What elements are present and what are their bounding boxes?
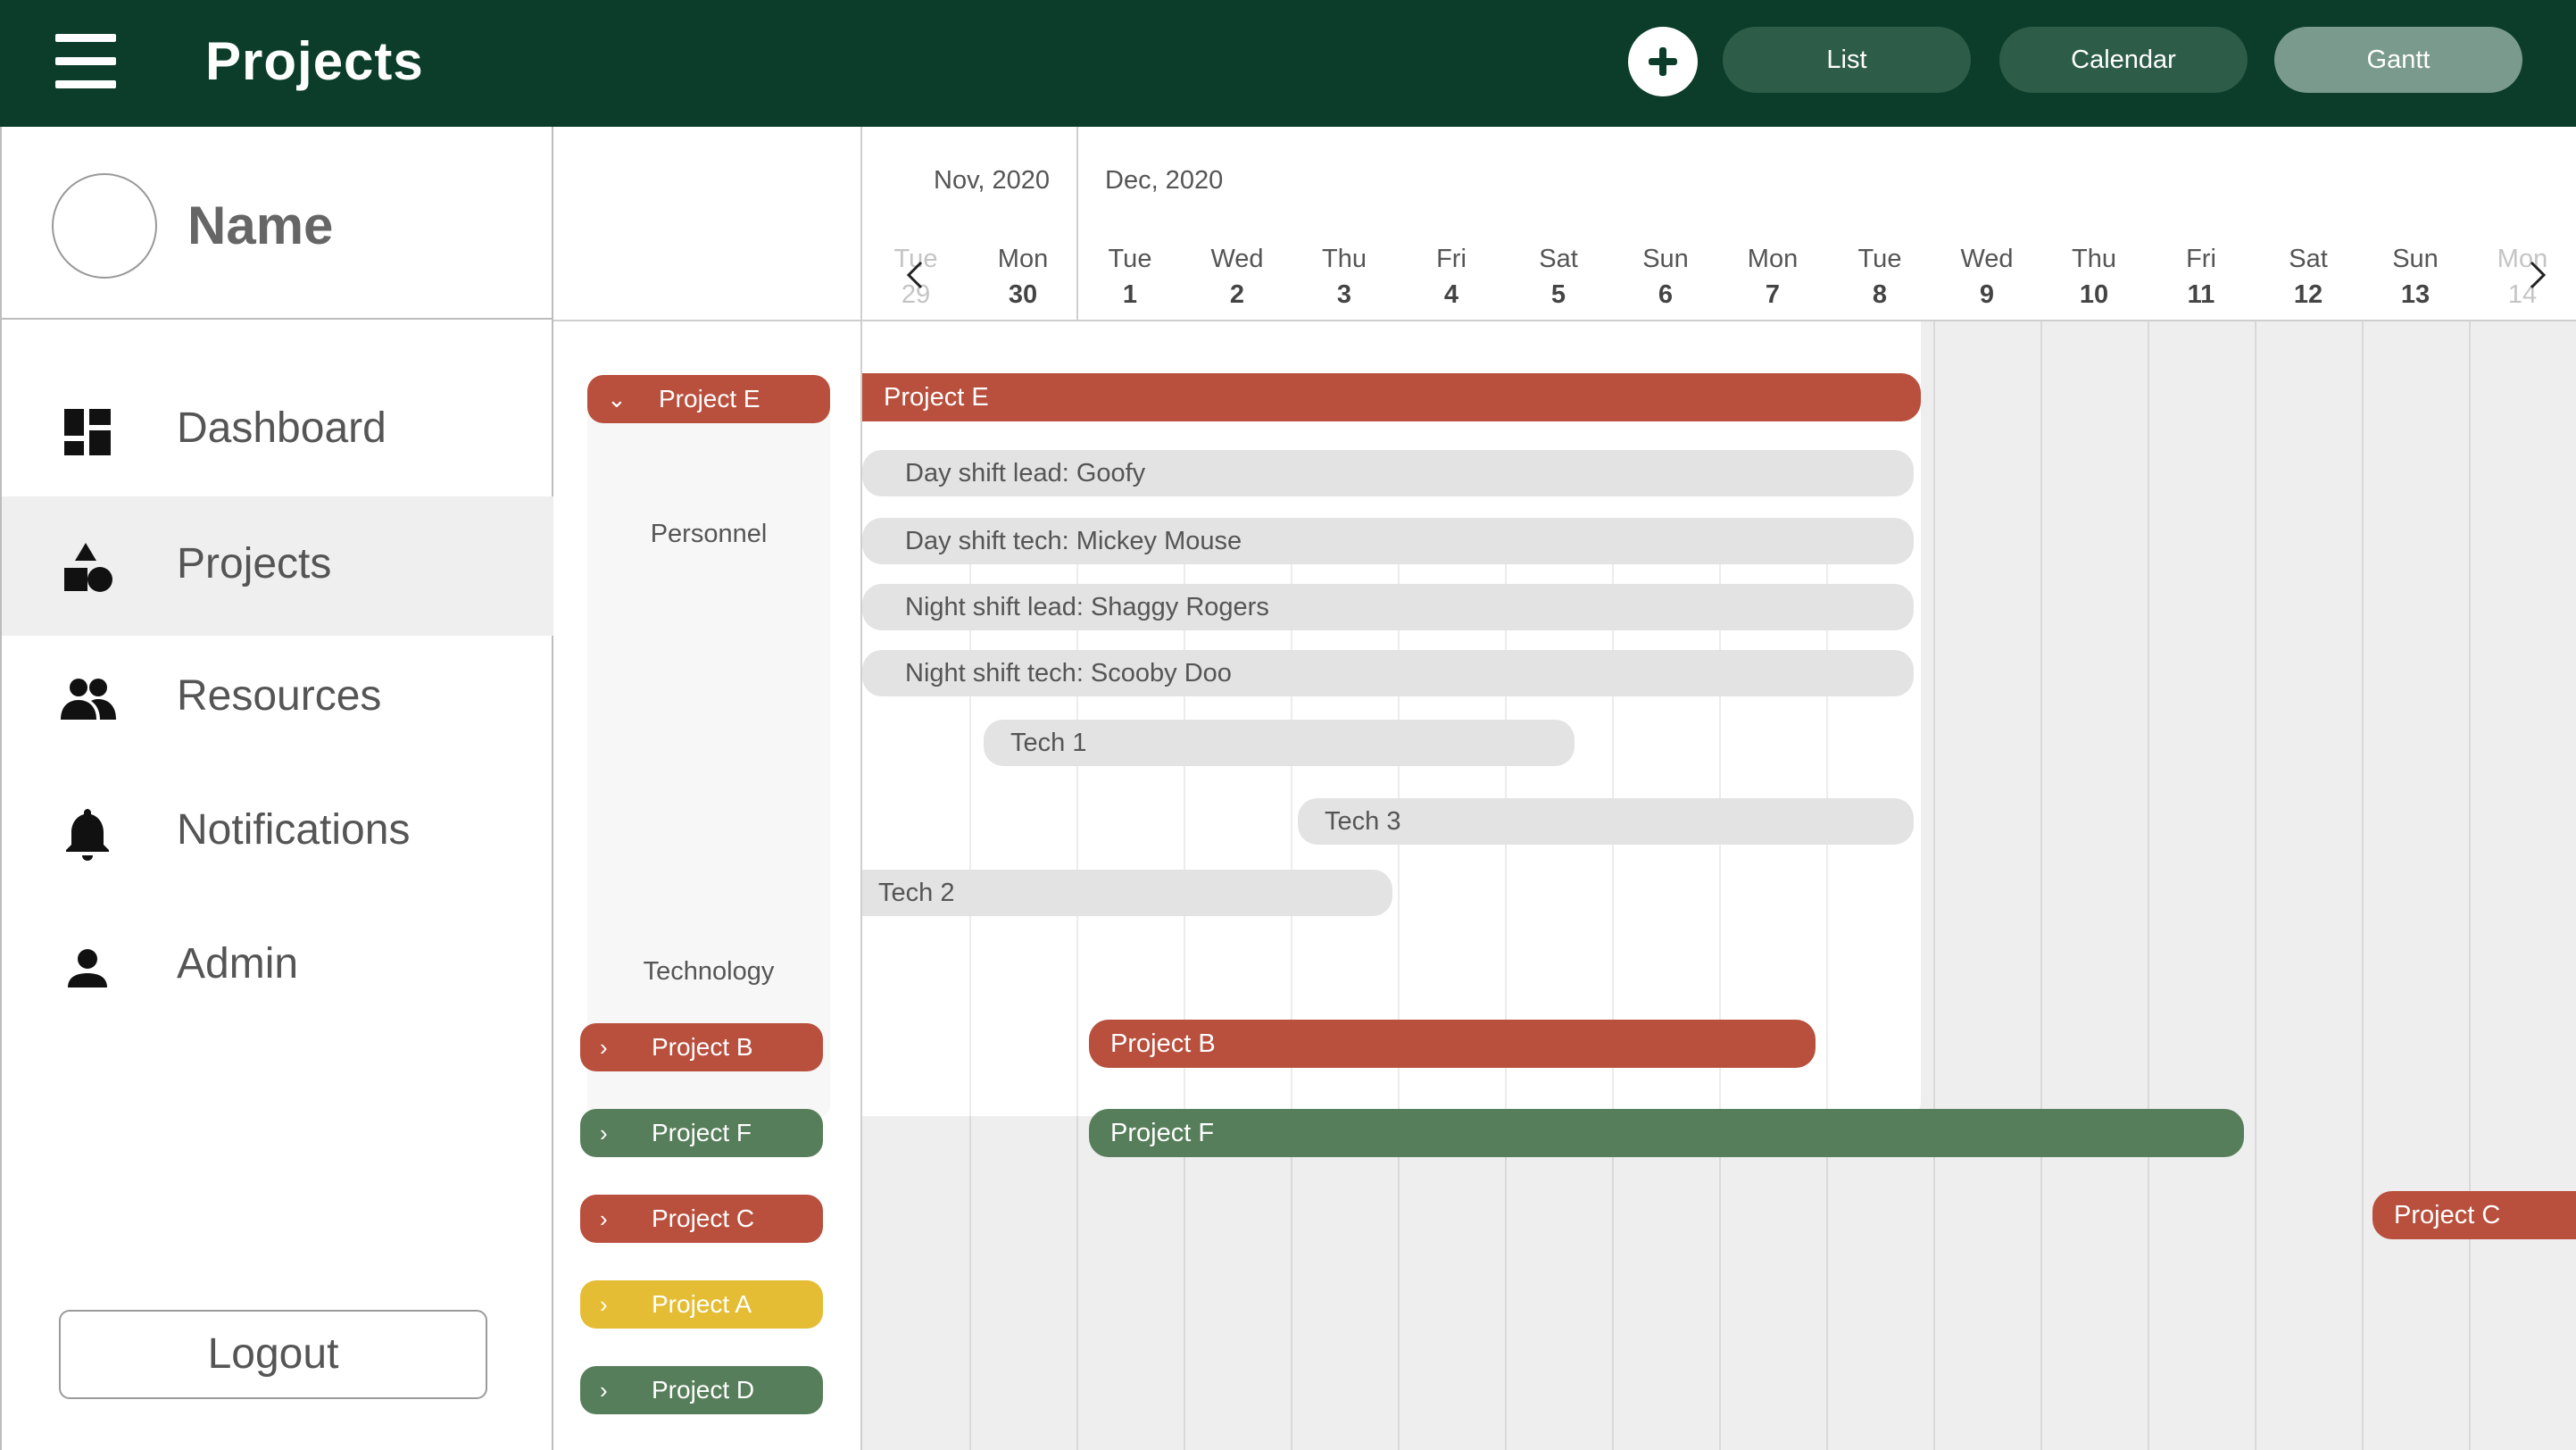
- project-pill-label: Project F: [652, 1119, 752, 1146]
- view-list-button[interactable]: List: [1723, 27, 1971, 93]
- day-gridline: [2255, 321, 2256, 1450]
- view-gantt-button[interactable]: Gantt: [2274, 27, 2522, 93]
- hamburger-menu-icon[interactable]: [55, 34, 116, 88]
- project-pill-d[interactable]: › Project D: [580, 1366, 823, 1414]
- day-column-header: Sat 12: [2289, 245, 2328, 309]
- gantt-bar-project-e[interactable]: Project E: [862, 373, 1921, 421]
- day-column-header: Sun 13: [2392, 245, 2439, 309]
- month-label-nov: Nov, 2020: [934, 166, 1051, 195]
- top-app-bar: Projects List Calendar Gantt: [0, 0, 2576, 127]
- group-label-technology: Technology: [643, 957, 775, 986]
- dashboard-icon: [64, 409, 111, 455]
- gantt-task-bar[interactable]: Tech 1: [984, 720, 1575, 766]
- project-pill-a[interactable]: › Project A: [580, 1280, 823, 1329]
- sidebar-item-label: Notifications: [177, 806, 411, 854]
- gantt-bar-project-b[interactable]: Project B: [1089, 1020, 1816, 1068]
- project-pill-label: Project C: [652, 1204, 755, 1232]
- user-profile: Name: [2, 127, 553, 320]
- sidebar-item-label: Dashboard: [177, 404, 386, 452]
- projects-icon: [64, 543, 112, 592]
- sidebar-item-projects[interactable]: Projects: [2, 496, 553, 636]
- day-gridline: [2362, 321, 2364, 1450]
- sidebar-item-dashboard[interactable]: Dashboard: [2, 361, 553, 500]
- chevron-right-icon[interactable]: [2519, 257, 2555, 293]
- gantt-task-bar[interactable]: Tech 2: [862, 870, 1392, 916]
- people-icon: [61, 679, 116, 720]
- chevron-right-icon: ›: [600, 1205, 608, 1232]
- sidebar-item-admin[interactable]: Admin: [2, 896, 553, 1036]
- add-project-button[interactable]: [1628, 27, 1698, 96]
- day-gridline: [1933, 321, 1935, 1450]
- person-icon: [68, 949, 107, 988]
- project-pill-label: Project B: [652, 1033, 753, 1061]
- chevron-right-icon: ›: [600, 1291, 608, 1318]
- sidebar-item-resources[interactable]: Resources: [2, 629, 553, 768]
- day-column-header: Mon 30: [997, 245, 1049, 309]
- project-pill-label: Project E: [659, 385, 760, 412]
- day-column-header: Tue 1: [1108, 245, 1152, 309]
- project-list-column: Personnel Technology ⌄ Project E › Proje…: [553, 127, 862, 1450]
- day-column-header: Fri 4: [1436, 245, 1467, 309]
- logout-button[interactable]: Logout: [59, 1310, 487, 1399]
- project-pill-label: Project A: [652, 1290, 752, 1318]
- chevron-left-icon[interactable]: [898, 257, 934, 293]
- gantt-task-bar[interactable]: Night shift tech: Scooby Doo: [862, 650, 1914, 696]
- day-gridline: [2469, 321, 2471, 1450]
- day-column-header: Sat 5: [1539, 245, 1578, 309]
- month-label-dec: Dec, 2020: [1105, 166, 1224, 195]
- sidebar-item-notifications[interactable]: Notifications: [2, 762, 553, 902]
- sidebar-item-label: Resources: [177, 672, 382, 720]
- day-column-header: Tue 8: [1857, 245, 1902, 309]
- project-list-header: [553, 127, 860, 321]
- sidebar-item-label: Projects: [177, 540, 332, 588]
- day-column-header: Fri 11: [2186, 245, 2216, 309]
- timeline-header: Nov, 2020 Dec, 2020 Tue 29 Mon 30 Tue 1 Wed…: [862, 127, 2576, 321]
- project-pill-b[interactable]: › Project B: [580, 1023, 823, 1071]
- chevron-down-icon: ⌄: [607, 386, 627, 412]
- sidebar-item-label: Admin: [177, 940, 299, 988]
- project-pill-c[interactable]: › Project C: [580, 1195, 823, 1243]
- page-title: Projects: [205, 31, 424, 91]
- group-label-personnel: Personnel: [650, 520, 768, 548]
- project-pill-f[interactable]: › Project F: [580, 1109, 823, 1157]
- day-column-header: Wed 2: [1210, 245, 1264, 309]
- chevron-right-icon: ›: [600, 1034, 608, 1061]
- avatar[interactable]: [52, 173, 157, 279]
- day-gridline: [2148, 321, 2149, 1450]
- day-gridline: [2040, 321, 2042, 1450]
- gantt-chart: Nov, 2020 Dec, 2020 Tue 29 Mon 30 Tue 1 Wed…: [862, 127, 2576, 1450]
- gantt-task-bar[interactable]: Night shift lead: Shaggy Rogers: [862, 584, 1914, 630]
- gantt-task-bar[interactable]: Day shift lead: Goofy: [862, 450, 1914, 496]
- day-column-header: Thu 10: [2072, 245, 2116, 309]
- gantt-task-bar[interactable]: Tech 3: [1298, 798, 1914, 845]
- day-column-header: Wed 9: [1960, 245, 2014, 309]
- expanded-project-panel: [862, 321, 1921, 1116]
- bell-icon: [66, 809, 109, 861]
- day-column-header: Mon 7: [1747, 245, 1799, 309]
- project-pill-e[interactable]: ⌄ Project E: [587, 375, 830, 423]
- gantt-bar-project-c[interactable]: Project C: [2372, 1191, 2576, 1239]
- chevron-right-icon: ›: [600, 1120, 608, 1146]
- gantt-bar-project-f[interactable]: Project F: [1089, 1109, 2244, 1157]
- day-column-header: Thu 3: [1322, 245, 1367, 309]
- gantt-task-bar[interactable]: Day shift tech: Mickey Mouse: [862, 518, 1914, 564]
- project-pill-label: Project D: [652, 1376, 755, 1404]
- chevron-right-icon: ›: [600, 1377, 608, 1404]
- day-column-header: Sun 6: [1642, 245, 1689, 309]
- sidebar: Name Dashboard Projects Resources Notifi…: [0, 127, 553, 1450]
- view-calendar-button[interactable]: Calendar: [1999, 27, 2248, 93]
- user-name: Name: [187, 196, 334, 255]
